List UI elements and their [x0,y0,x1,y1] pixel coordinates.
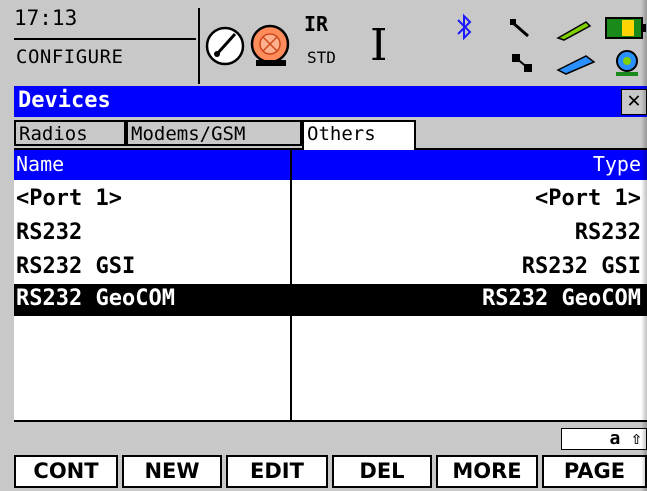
line-tool-icon [510,19,529,38]
memory-card-icon [556,55,596,75]
edit-button[interactable]: EDIT [226,455,328,488]
tab-modems-gsm[interactable]: Modems/GSM [126,120,302,146]
column-header-name[interactable]: Name [16,152,64,176]
leica-screen: 17:13 CONFIGURE IR STD I Devices ✕ Radio… [0,0,647,491]
column-divider [290,150,292,420]
clock-divider [14,38,196,40]
edm-mode-label: IR [304,12,329,36]
list-row-rs232-geocom[interactable]: RS232 GeoCOM RS232 GeoCOM [14,284,647,316]
title-bar: Devices ✕ [14,86,647,117]
input-mode-indicator: a ⇧ [561,428,647,450]
row-name: RS232 GeoCOM [16,286,175,311]
prism-icon [250,24,290,66]
list-header: Name Type [14,150,647,180]
row-type: RS232 [574,220,641,245]
bluetooth-icon [457,13,472,41]
row-name: RS232 GSI [16,254,136,279]
list-row-port1[interactable]: <Port 1> <Port 1> [14,184,647,216]
window-edge-shadow [641,0,647,491]
pen-icon [556,21,592,41]
row-name: RS232 [16,220,83,245]
satellite-icon [512,54,532,72]
row-type: RS232 GeoCOM [482,286,641,311]
row-type: RS232 GSI [521,254,641,279]
list-row-rs232-gsi[interactable]: RS232 GSI RS232 GSI [14,252,647,284]
list-row-rs232[interactable]: RS232 RS232 [14,218,647,250]
row-name: <Port 1> [16,186,122,211]
text-cursor-icon: I [370,20,388,71]
page-title: Devices [18,88,111,113]
clock-time: 17:13 [14,6,78,30]
compass-icon [205,26,245,66]
delete-button[interactable]: DEL [332,455,432,488]
softkey-bar: CONT NEW EDIT DEL MORE PAGE [14,452,647,491]
tab-radios[interactable]: Radios [14,120,126,146]
status-bar: 17:13 CONFIGURE IR STD I [0,0,647,86]
mode-label: CONFIGURE [16,46,124,68]
edm-type-label: STD [307,48,336,67]
cont-button[interactable]: CONT [14,455,118,488]
input-status-bar: a ⇧ [14,420,647,450]
device-list: <Port 1> <Port 1> RS232 RS232 RS232 GSI … [14,180,647,420]
new-button[interactable]: NEW [122,455,222,488]
row-type: <Port 1> [535,186,641,211]
more-button[interactable]: MORE [436,455,538,488]
page-button[interactable]: PAGE [542,455,647,488]
column-header-type[interactable]: Type [593,152,641,176]
tab-others[interactable]: Others [302,120,416,150]
disk-icon [616,50,638,76]
tab-bar: Radios Modems/GSM Others [14,118,647,150]
